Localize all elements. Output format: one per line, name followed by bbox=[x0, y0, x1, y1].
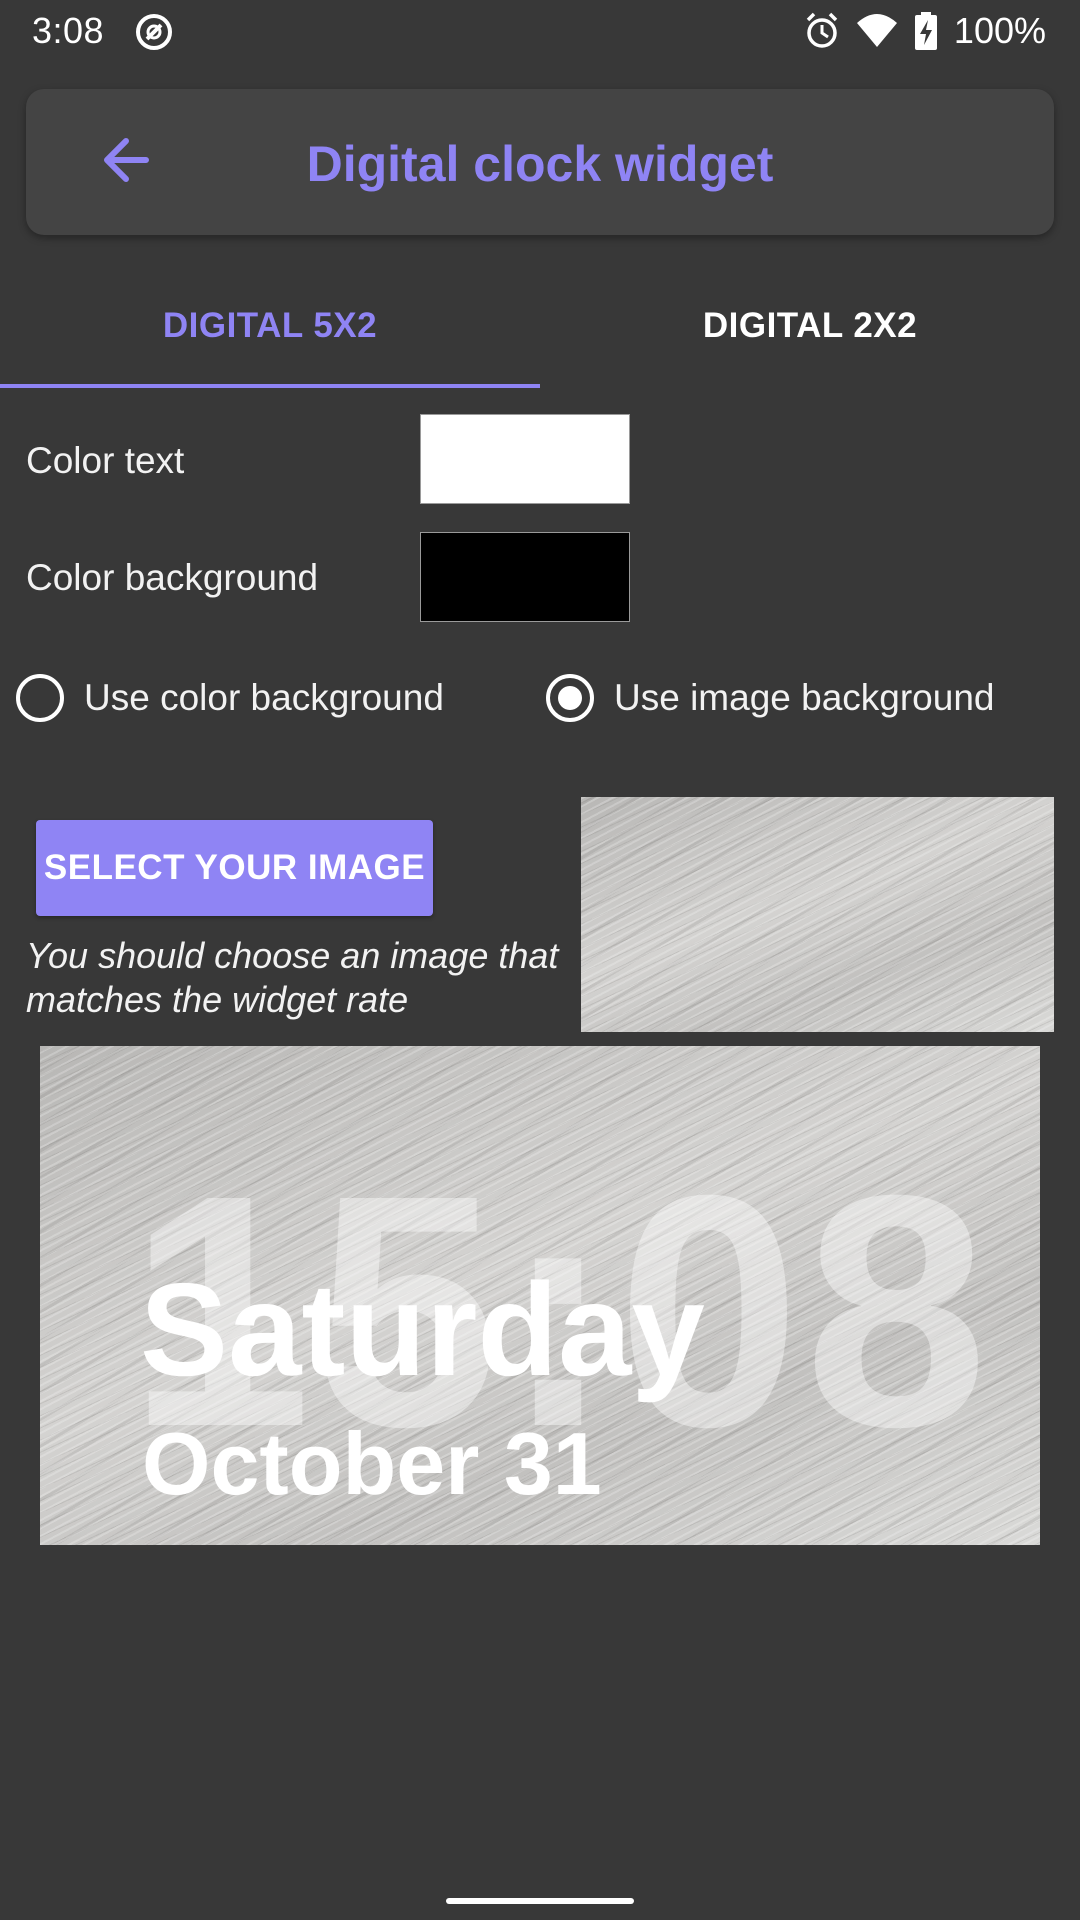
radio-checked-icon bbox=[546, 674, 594, 722]
color-background-label: Color background bbox=[26, 557, 319, 598]
radio-label-color: Use color background bbox=[84, 677, 444, 718]
alarm-icon bbox=[806, 12, 838, 48]
tab-digital-2x2[interactable]: DIGITAL 2X2 bbox=[540, 270, 1080, 382]
radio-use-image-background[interactable]: Use image background bbox=[546, 668, 995, 728]
page-title: Digital clock widget bbox=[306, 136, 774, 192]
battery-charging-icon bbox=[914, 12, 937, 50]
widget-preview: 15:08 Saturday October 31 bbox=[40, 1046, 1040, 1545]
color-text-swatch[interactable] bbox=[420, 414, 630, 504]
toolbar: Digital clock widget bbox=[26, 89, 1054, 235]
battery-percent: 100% bbox=[953, 10, 1046, 51]
preview-day: Saturday bbox=[140, 1256, 705, 1403]
tab-bar: DIGITAL 5X2 DIGITAL 2X2 bbox=[0, 270, 1080, 388]
radio-use-color-background[interactable]: Use color background bbox=[16, 668, 444, 728]
status-time: 3:08 bbox=[32, 10, 105, 51]
color-background-swatch[interactable] bbox=[420, 532, 630, 622]
status-icons: 100% bbox=[804, 10, 1046, 52]
selected-image-thumbnail[interactable] bbox=[581, 797, 1054, 1032]
radio-unchecked-icon bbox=[16, 674, 64, 722]
select-image-button[interactable]: SELECT YOUR IMAGE bbox=[36, 820, 433, 916]
tab-digital-5x2[interactable]: DIGITAL 5X2 bbox=[0, 270, 540, 382]
preview-date: October 31 bbox=[142, 1414, 602, 1513]
status-bar: 3:08 100% bbox=[0, 0, 1080, 64]
color-text-label: Color text bbox=[26, 440, 185, 481]
wifi-icon bbox=[856, 14, 897, 47]
app-notification-icon bbox=[136, 14, 172, 50]
screen: 3:08 100% Digital clock widget DIGITAL 5… bbox=[0, 0, 1080, 1920]
home-indicator[interactable] bbox=[446, 1898, 634, 1904]
radio-label-image: Use image background bbox=[614, 677, 995, 718]
image-hint: You should choose an image that matches … bbox=[26, 935, 559, 1020]
tab-indicator bbox=[0, 384, 540, 388]
